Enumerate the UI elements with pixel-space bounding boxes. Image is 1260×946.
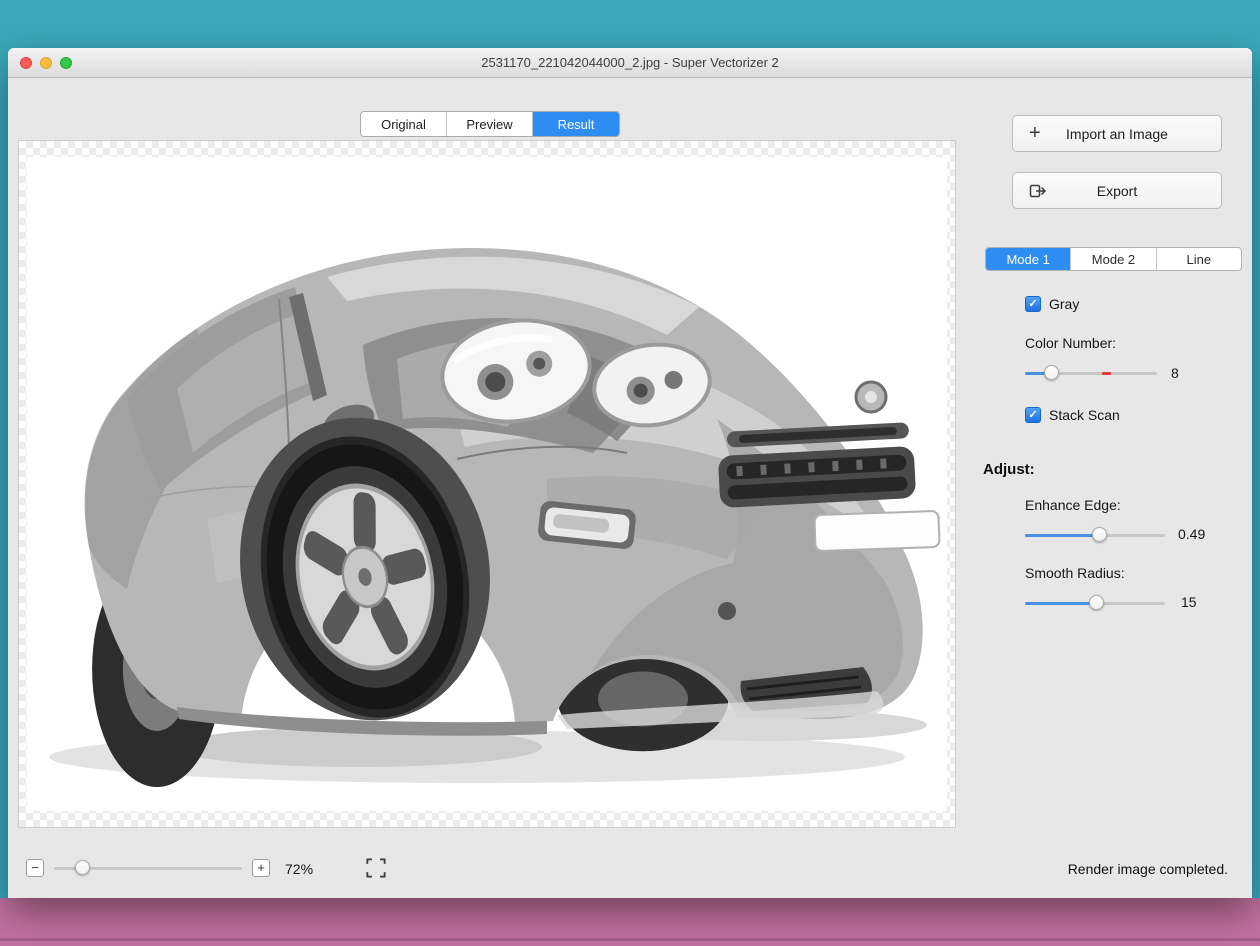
color-number-label: Color Number:	[1025, 335, 1116, 351]
slider-thumb[interactable]	[75, 860, 90, 875]
export-icon	[1029, 173, 1047, 208]
import-image-button[interactable]: + Import an Image	[1012, 115, 1222, 152]
app-window: 2531170_221042044000_2.jpg - Super Vecto…	[8, 48, 1252, 898]
import-image-label: Import an Image	[1066, 126, 1168, 142]
smooth-radius-label: Smooth Radius:	[1025, 565, 1125, 581]
adjust-heading: Adjust:	[983, 461, 1035, 478]
smooth-radius-slider[interactable]	[1025, 595, 1165, 611]
export-label: Export	[1097, 183, 1137, 199]
slider-thumb[interactable]	[1044, 365, 1059, 380]
enhance-edge-label: Enhance Edge:	[1025, 497, 1121, 513]
fit-to-screen-button[interactable]	[363, 855, 389, 881]
checkmark-icon: ✓	[1028, 409, 1037, 421]
gray-checkbox[interactable]: ✓	[1025, 296, 1041, 312]
mode-2-segment[interactable]: Mode 2	[1071, 248, 1156, 270]
gray-checkbox-row: ✓ Gray	[1025, 296, 1079, 312]
vectorized-car-image	[27, 157, 947, 811]
export-button[interactable]: Export	[1012, 172, 1222, 209]
smooth-radius-value: 15	[1181, 594, 1197, 610]
zoom-level-value: 72%	[285, 861, 313, 877]
close-window-button[interactable]	[20, 57, 32, 69]
stack-scan-checkbox-label: Stack Scan	[1049, 407, 1120, 423]
view-tabs: Original Preview Result	[360, 111, 620, 137]
enhance-edge-slider[interactable]	[1025, 527, 1165, 543]
slider-fill	[1025, 602, 1096, 605]
checkmark-icon: ✓	[1028, 298, 1037, 310]
window-title: 2531170_221042044000_2.jpg - Super Vecto…	[481, 55, 779, 70]
tab-result[interactable]: Result	[533, 112, 619, 136]
desktop-background: 2531170_221042044000_2.jpg - Super Vecto…	[0, 0, 1260, 946]
status-message: Render image completed.	[1068, 861, 1228, 877]
minimize-window-button[interactable]	[40, 57, 52, 69]
line-segment[interactable]: Line	[1157, 248, 1241, 270]
enhance-edge-value: 0.49	[1178, 526, 1205, 542]
image-canvas	[18, 140, 956, 828]
zoom-slider[interactable]	[54, 860, 242, 876]
color-number-slider[interactable]	[1025, 365, 1157, 381]
fullscreen-icon	[366, 858, 386, 878]
minus-icon: −	[31, 860, 39, 875]
window-titlebar[interactable]: 2531170_221042044000_2.jpg - Super Vecto…	[8, 48, 1252, 78]
plus-icon: +	[1029, 116, 1041, 151]
slider-fill	[1025, 534, 1099, 537]
image-surface	[27, 157, 947, 811]
traffic-lights	[20, 57, 72, 69]
sidebar: + Import an Image Export Mode 1 M	[973, 78, 1260, 897]
zoom-out-button[interactable]: −	[26, 859, 44, 877]
slider-thumb[interactable]	[1089, 595, 1104, 610]
tab-original[interactable]: Original	[361, 112, 447, 136]
window-body: Original Preview Result	[8, 78, 1252, 897]
stack-scan-checkbox[interactable]: ✓	[1025, 407, 1041, 423]
color-number-marker	[1102, 372, 1111, 375]
mode-1-segment[interactable]: Mode 1	[986, 248, 1071, 270]
slider-thumb[interactable]	[1092, 527, 1107, 542]
desktop-pink-stripe	[0, 938, 1260, 941]
gray-checkbox-label: Gray	[1049, 296, 1079, 312]
color-number-value: 8	[1171, 365, 1179, 381]
stack-scan-checkbox-row: ✓ Stack Scan	[1025, 407, 1120, 423]
zoom-in-button[interactable]: +	[252, 859, 270, 877]
plus-icon: +	[257, 860, 265, 875]
mode-segmented-control: Mode 1 Mode 2 Line	[985, 247, 1242, 271]
tab-preview[interactable]: Preview	[447, 112, 533, 136]
fullscreen-window-button[interactable]	[60, 57, 72, 69]
